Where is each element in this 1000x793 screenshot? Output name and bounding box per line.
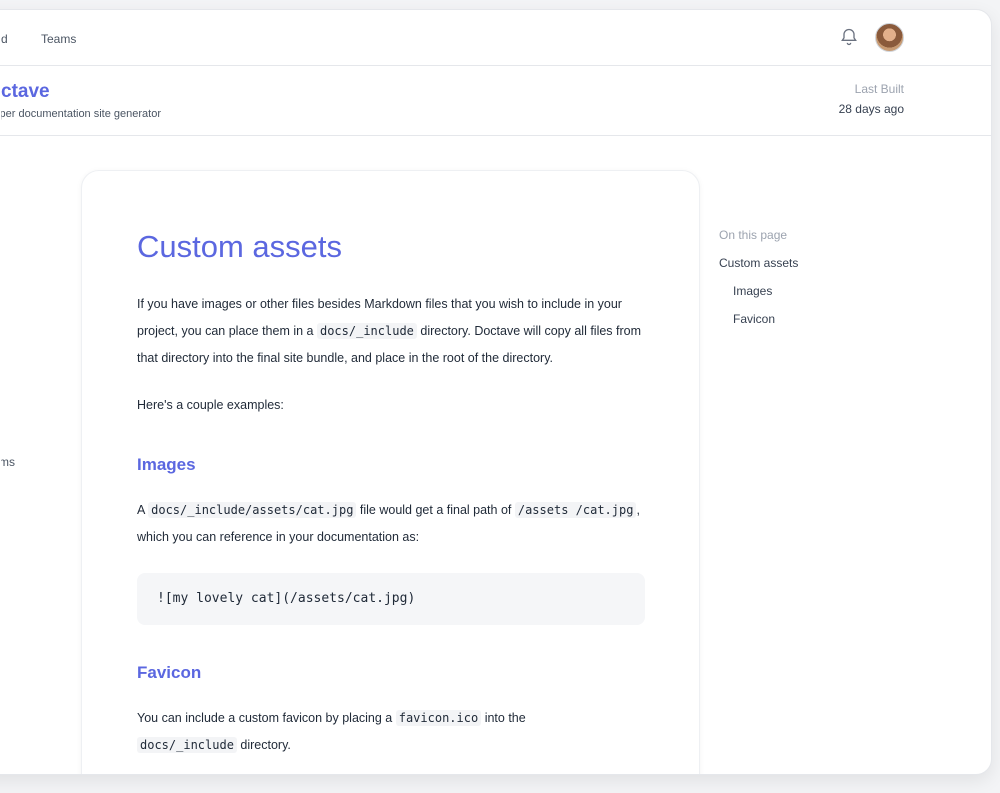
table-of-contents: On this page Custom assets Images Favico… [719,228,798,340]
favicon-text-1: You can include a custom favicon by plac… [137,711,396,725]
inline-code: /assets /cat.jpg [514,502,637,518]
last-built-label: Last Built [854,82,904,96]
toc-item-custom-assets[interactable]: Custom assets [719,256,798,270]
page-title: Custom assets [137,229,343,264]
project-name[interactable]: ctave [1,81,61,103]
toc-item-favicon[interactable]: Favicon [719,312,798,326]
inline-code: docs/_include [137,737,237,753]
favicon-text-2: into the [481,711,526,725]
project-header: ctave loper documentation site generator… [0,65,991,136]
sidebar-item-partial[interactable]: ms [1,455,15,469]
bell-icon[interactable] [839,27,859,47]
top-navigation: d Teams [0,10,991,66]
avatar[interactable] [875,23,904,52]
last-built-value: 28 days ago [838,102,904,116]
nav-item-teams[interactable]: Teams [41,32,76,46]
examples-paragraph: Here's a couple examples: [137,398,284,412]
doc-content-card: Custom assets If you have images or othe… [81,170,700,774]
images-heading: Images [137,455,196,474]
inline-code: docs/_include [316,323,417,339]
project-description: loper documentation site generator [1,108,161,120]
toc-item-images[interactable]: Images [719,284,798,298]
inline-code: favicon.ico [395,710,482,726]
favicon-heading: Favicon [137,663,202,682]
images-text-1: A [137,503,149,517]
images-paragraph: A docs/_include/assets/cat.jpg file woul… [137,497,657,551]
intro-paragraph: If you have images or other files beside… [137,291,657,372]
favicon-text-3: directory. [236,738,291,752]
nav-item-partial[interactable]: d [1,32,8,46]
app-window: d Teams ctave loper documentation site g… [0,9,992,775]
doc-content: Custom assets If you have images or othe… [137,229,657,759]
images-text-2: file would get a final path of [356,503,515,517]
code-block: ![my lovely cat](/assets/cat.jpg) [137,573,645,625]
inline-code: docs/_include/assets/cat.jpg [148,502,357,518]
favicon-paragraph: You can include a custom favicon by plac… [137,705,657,759]
toc-heading: On this page [719,228,788,242]
